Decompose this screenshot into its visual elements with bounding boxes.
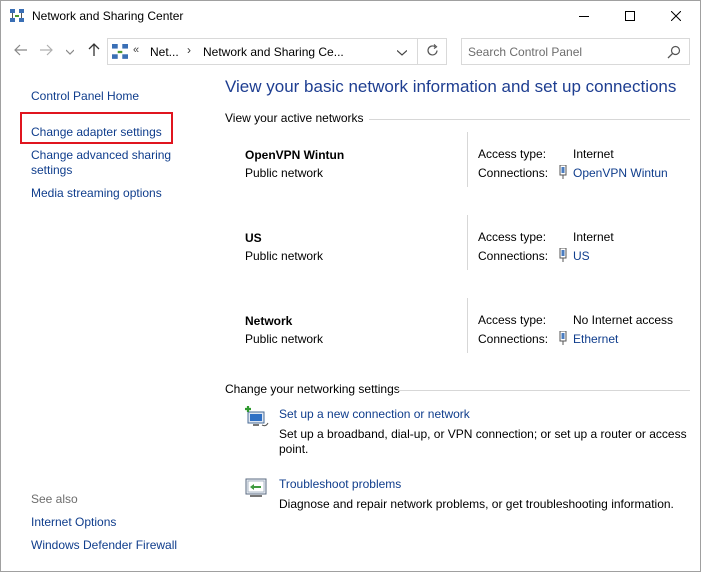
troubleshoot-problems-link[interactable]: Troubleshoot problems bbox=[279, 477, 401, 491]
connections-label: Connections: bbox=[478, 332, 549, 346]
media-streaming-options-link[interactable]: Media streaming options bbox=[31, 186, 162, 201]
access-type-label: Access type: bbox=[478, 313, 547, 327]
task-description-line: point. bbox=[279, 442, 309, 456]
refresh-button[interactable] bbox=[417, 39, 447, 64]
forward-button[interactable] bbox=[36, 41, 56, 61]
link-line: Change advanced sharing bbox=[31, 148, 172, 162]
access-type-value: Internet bbox=[573, 230, 614, 244]
network-category-link[interactable]: Public network bbox=[245, 332, 323, 346]
connection-link[interactable]: Ethernet bbox=[573, 332, 618, 346]
task-description: Set up a broadband, dial-up, or VPN conn… bbox=[279, 427, 694, 457]
page-title: View your basic network information and … bbox=[225, 77, 677, 96]
change-adapter-settings-link[interactable]: Change adapter settings bbox=[31, 125, 162, 140]
setup-connection-link[interactable]: Set up a new connection or network bbox=[279, 407, 470, 421]
divider bbox=[369, 119, 690, 120]
breadcrumb-item[interactable]: Net... bbox=[150, 45, 179, 59]
troubleshoot-icon bbox=[244, 475, 270, 501]
access-type-value: No Internet access bbox=[573, 313, 674, 327]
task-description-line: Set up a broadband, dial-up, or VPN conn… bbox=[279, 427, 687, 441]
network-icon bbox=[10, 9, 24, 23]
maximize-icon bbox=[625, 10, 635, 24]
network-category-link[interactable]: Public network bbox=[245, 166, 323, 180]
search-box[interactable] bbox=[461, 38, 690, 65]
network-name: OpenVPN Wintun bbox=[245, 148, 345, 162]
address-dropdown-button[interactable] bbox=[390, 39, 414, 64]
recent-locations-button[interactable] bbox=[63, 41, 77, 61]
internet-options-link[interactable]: Internet Options bbox=[31, 515, 116, 530]
arrow-up-icon bbox=[88, 42, 100, 60]
access-type-label: Access type: bbox=[478, 147, 547, 161]
access-type-label: Access type: bbox=[478, 230, 547, 244]
chevron-down-icon bbox=[396, 45, 408, 59]
close-button[interactable] bbox=[653, 1, 699, 32]
network-name: Network bbox=[245, 314, 293, 328]
connection-link[interactable]: OpenVPN Wintun bbox=[573, 166, 668, 180]
breadcrumb-separator[interactable]: › bbox=[187, 43, 191, 57]
arrow-left-icon bbox=[14, 44, 28, 59]
task-description: Diagnose and repair network problems, or… bbox=[279, 497, 694, 512]
active-networks-heading: View your active networks bbox=[225, 111, 364, 125]
close-icon bbox=[670, 10, 682, 24]
window-title: Network and Sharing Center bbox=[32, 9, 184, 23]
chevron-down-icon bbox=[65, 44, 75, 58]
network-icon bbox=[112, 44, 128, 60]
divider bbox=[467, 298, 468, 353]
window: Network and Sharing Center « Net... › Ne… bbox=[0, 0, 701, 572]
control-panel-home-link[interactable]: Control Panel Home bbox=[31, 89, 139, 104]
network-adapter-icon bbox=[557, 164, 569, 179]
new-connection-icon bbox=[244, 405, 270, 431]
network-category-link[interactable]: Public network bbox=[245, 249, 323, 263]
address-bar[interactable]: « Net... › Network and Sharing Ce... bbox=[107, 38, 447, 65]
left-pane: Control Panel Home Change adapter settin… bbox=[1, 72, 206, 571]
up-button[interactable] bbox=[84, 41, 104, 61]
maximize-button[interactable] bbox=[607, 1, 653, 32]
title-bar[interactable]: Network and Sharing Center bbox=[1, 1, 700, 32]
windows-defender-firewall-link[interactable]: Windows Defender Firewall bbox=[31, 538, 177, 553]
networking-settings-heading: Change your networking settings bbox=[225, 382, 400, 396]
search-icon[interactable] bbox=[666, 44, 682, 60]
address-overflow-button[interactable]: « bbox=[133, 44, 139, 56]
minimize-icon bbox=[579, 10, 589, 24]
access-type-value: Internet bbox=[573, 147, 614, 161]
breadcrumb-item[interactable]: Network and Sharing Ce... bbox=[203, 45, 344, 59]
divider bbox=[467, 215, 468, 270]
network-name: US bbox=[245, 231, 262, 245]
search-input[interactable] bbox=[468, 43, 658, 60]
ethernet-icon bbox=[557, 330, 569, 345]
refresh-icon bbox=[426, 43, 439, 60]
change-advanced-sharing-settings-link[interactable]: Change advanced sharing settings bbox=[31, 148, 171, 178]
back-button[interactable] bbox=[11, 41, 31, 61]
divider bbox=[396, 390, 690, 391]
task-description-line: Diagnose and repair network problems, or… bbox=[279, 497, 674, 511]
connections-label: Connections: bbox=[478, 249, 549, 263]
connections-label: Connections: bbox=[478, 166, 549, 180]
link-line: settings bbox=[31, 163, 73, 177]
divider bbox=[467, 132, 468, 187]
minimize-button[interactable] bbox=[561, 1, 607, 32]
navigation-bar: « Net... › Network and Sharing Ce... bbox=[1, 32, 700, 72]
arrow-right-icon bbox=[39, 44, 53, 59]
connection-link[interactable]: US bbox=[573, 249, 590, 263]
see-also-heading: See also bbox=[31, 492, 78, 506]
main-content: View your basic network information and … bbox=[206, 72, 700, 571]
network-adapter-icon bbox=[557, 247, 569, 262]
